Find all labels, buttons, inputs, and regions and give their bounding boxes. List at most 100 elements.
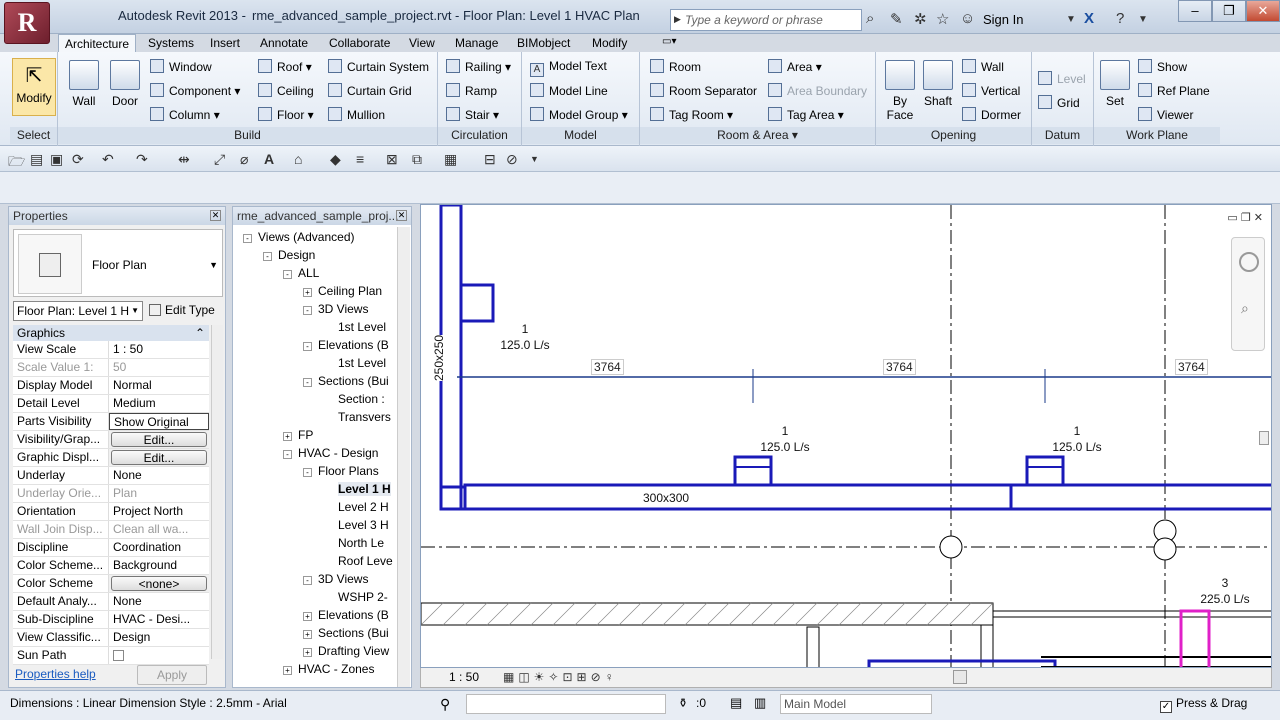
- room-area-group-label[interactable]: Room & Area ▾: [640, 127, 875, 144]
- property-row[interactable]: Underlay None: [13, 467, 209, 485]
- model-group-button[interactable]: Model Group ▾: [530, 107, 628, 122]
- ceiling-button[interactable]: Ceiling: [258, 83, 314, 98]
- component-button[interactable]: Component ▾: [150, 83, 240, 98]
- area-button[interactable]: Area ▾: [768, 59, 822, 74]
- search-input[interactable]: ▶ Type a keyword or phrase: [670, 9, 862, 31]
- expand-icon[interactable]: +: [283, 432, 292, 441]
- view-window-controls[interactable]: ▭ ❐ ✕: [1227, 211, 1263, 224]
- browser-item[interactable]: + FP: [283, 428, 313, 442]
- application-menu-button[interactable]: R: [4, 2, 50, 44]
- property-value[interactable]: None: [109, 467, 209, 484]
- modify-button[interactable]: ⇱ Modify: [12, 58, 56, 116]
- press-drag-toggle[interactable]: ✓ Press & Drag: [1160, 696, 1247, 713]
- undo-icon[interactable]: ↶: [102, 151, 114, 168]
- ref-plane-button[interactable]: Ref Plane: [1138, 83, 1210, 98]
- editable-only-icon[interactable]: ▤: [730, 695, 742, 711]
- shaft-button[interactable]: Shaft: [918, 60, 958, 108]
- browser-item[interactable]: - Design: [263, 248, 315, 262]
- subscription-icon[interactable]: ✎: [890, 10, 903, 28]
- duct-size-tag[interactable]: 250x250: [431, 334, 447, 381]
- signin-dropdown-icon[interactable]: ▼: [1066, 14, 1076, 25]
- property-value[interactable]: Design: [109, 629, 209, 646]
- favorites-star-icon[interactable]: ☆: [936, 10, 949, 28]
- no-symbol-icon[interactable]: ⊘: [506, 151, 518, 168]
- browser-item[interactable]: Level 3 H: [323, 518, 389, 532]
- tab-manage[interactable]: Manage: [449, 34, 504, 52]
- expand-icon[interactable]: +: [283, 666, 292, 675]
- expand-icon[interactable]: +: [303, 612, 312, 621]
- ramp-button[interactable]: Ramp: [446, 83, 497, 98]
- duct-segment[interactable]: [867, 659, 1057, 668]
- column-button[interactable]: Column ▾: [150, 107, 220, 122]
- type-selector[interactable]: Floor Plan ▼: [13, 229, 223, 297]
- close-icon[interactable]: ✕: [210, 210, 221, 221]
- property-value[interactable]: Normal: [109, 377, 209, 394]
- terminal-tag[interactable]: 1 125.0 L/s: [757, 423, 813, 455]
- terminal-tag[interactable]: 1 125.0 L/s: [497, 321, 553, 353]
- checkbox-icon[interactable]: [113, 650, 124, 661]
- edit-type-button[interactable]: Edit Type: [147, 301, 217, 319]
- property-value[interactable]: 1 : 50: [109, 341, 209, 358]
- browser-item[interactable]: + Sections (Bui: [303, 626, 389, 640]
- communication-icon[interactable]: ✲: [914, 10, 927, 28]
- property-edit-button[interactable]: Edit...: [111, 432, 207, 447]
- property-row[interactable]: Orientation Project North: [13, 503, 209, 521]
- browser-item[interactable]: 1st Level: [323, 320, 386, 334]
- restore-button[interactable]: ❐: [1212, 0, 1246, 22]
- tab-view[interactable]: View: [403, 34, 441, 52]
- door-button[interactable]: Door: [106, 60, 144, 108]
- tab-annotate[interactable]: Annotate: [254, 34, 314, 52]
- browser-item[interactable]: Section :: [323, 392, 385, 406]
- browser-item[interactable]: - HVAC - Design: [283, 446, 378, 460]
- close-icon[interactable]: ✕: [396, 210, 407, 221]
- text-icon[interactable]: A: [264, 151, 274, 167]
- 3d-view-icon[interactable]: ⌂: [294, 151, 302, 167]
- dimension-value[interactable]: 3764: [883, 359, 916, 375]
- property-value[interactable]: HVAC - Desi...: [109, 611, 209, 628]
- visibility-icon[interactable]: ▦: [444, 151, 457, 168]
- grid-button[interactable]: Grid: [1038, 95, 1080, 110]
- switch-windows-icon[interactable]: ⧉: [412, 151, 422, 168]
- viewer-button[interactable]: Viewer: [1138, 107, 1193, 122]
- collapse-icon[interactable]: -: [303, 378, 312, 387]
- browser-item[interactable]: - Elevations (B: [303, 338, 389, 352]
- browser-item[interactable]: -3D Views: [303, 302, 368, 316]
- apply-button[interactable]: Apply: [137, 665, 207, 685]
- tag-room-button[interactable]: Tag Room ▾: [650, 107, 733, 122]
- selection-filter-icon[interactable]: ⚱: [678, 696, 688, 710]
- room-button[interactable]: Room: [650, 59, 701, 74]
- air-terminal[interactable]: [459, 283, 495, 323]
- navigation-bar[interactable]: ⌕: [1231, 237, 1265, 351]
- browser-item[interactable]: - Floor Plans: [303, 464, 379, 478]
- vertical-opening-button[interactable]: Vertical: [962, 83, 1020, 98]
- browser-item[interactable]: Transvers: [323, 410, 391, 424]
- terminal-tag[interactable]: 3 225.0 L/s: [1197, 575, 1253, 607]
- property-value[interactable]: None: [109, 593, 209, 610]
- stair-button[interactable]: Stair ▾: [446, 107, 499, 122]
- main-duct[interactable]: [463, 483, 1013, 511]
- property-row[interactable]: Sub-Discipline HVAC - Desi...: [13, 611, 209, 629]
- property-row[interactable]: Parts Visibility Show Original: [13, 413, 209, 431]
- browser-item[interactable]: + Ceiling Plan: [303, 284, 382, 298]
- railing-button[interactable]: Railing ▾: [446, 59, 511, 74]
- property-row[interactable]: Color Scheme <none>: [13, 575, 209, 593]
- property-edit-button[interactable]: <none>: [111, 576, 207, 591]
- property-row[interactable]: View Classific... Design: [13, 629, 209, 647]
- room-separator-button[interactable]: Room Separator: [650, 83, 757, 98]
- window-button[interactable]: Window: [150, 59, 212, 74]
- mullion-button[interactable]: Mullion: [328, 107, 385, 122]
- collapse-icon[interactable]: -: [283, 270, 292, 279]
- property-row[interactable]: Scale Value 1: 50: [13, 359, 209, 377]
- steering-wheel-icon[interactable]: [1239, 252, 1259, 272]
- property-row[interactable]: Underlay Orie... Plan: [13, 485, 209, 503]
- property-checkbox[interactable]: [109, 647, 209, 664]
- dormer-button[interactable]: Dormer: [962, 107, 1021, 122]
- property-value[interactable]: Project North: [109, 503, 209, 520]
- property-row[interactable]: Sun Path: [13, 647, 209, 665]
- collapse-icon[interactable]: -: [303, 342, 312, 351]
- canvas-scrollbar-thumb[interactable]: [1259, 431, 1269, 445]
- design-option-dropdown[interactable]: Main Model: [780, 694, 932, 714]
- properties-scrollbar[interactable]: [211, 325, 223, 659]
- browser-item[interactable]: -3D Views: [303, 572, 368, 586]
- graphics-group-header[interactable]: Graphics ⌃: [13, 325, 209, 341]
